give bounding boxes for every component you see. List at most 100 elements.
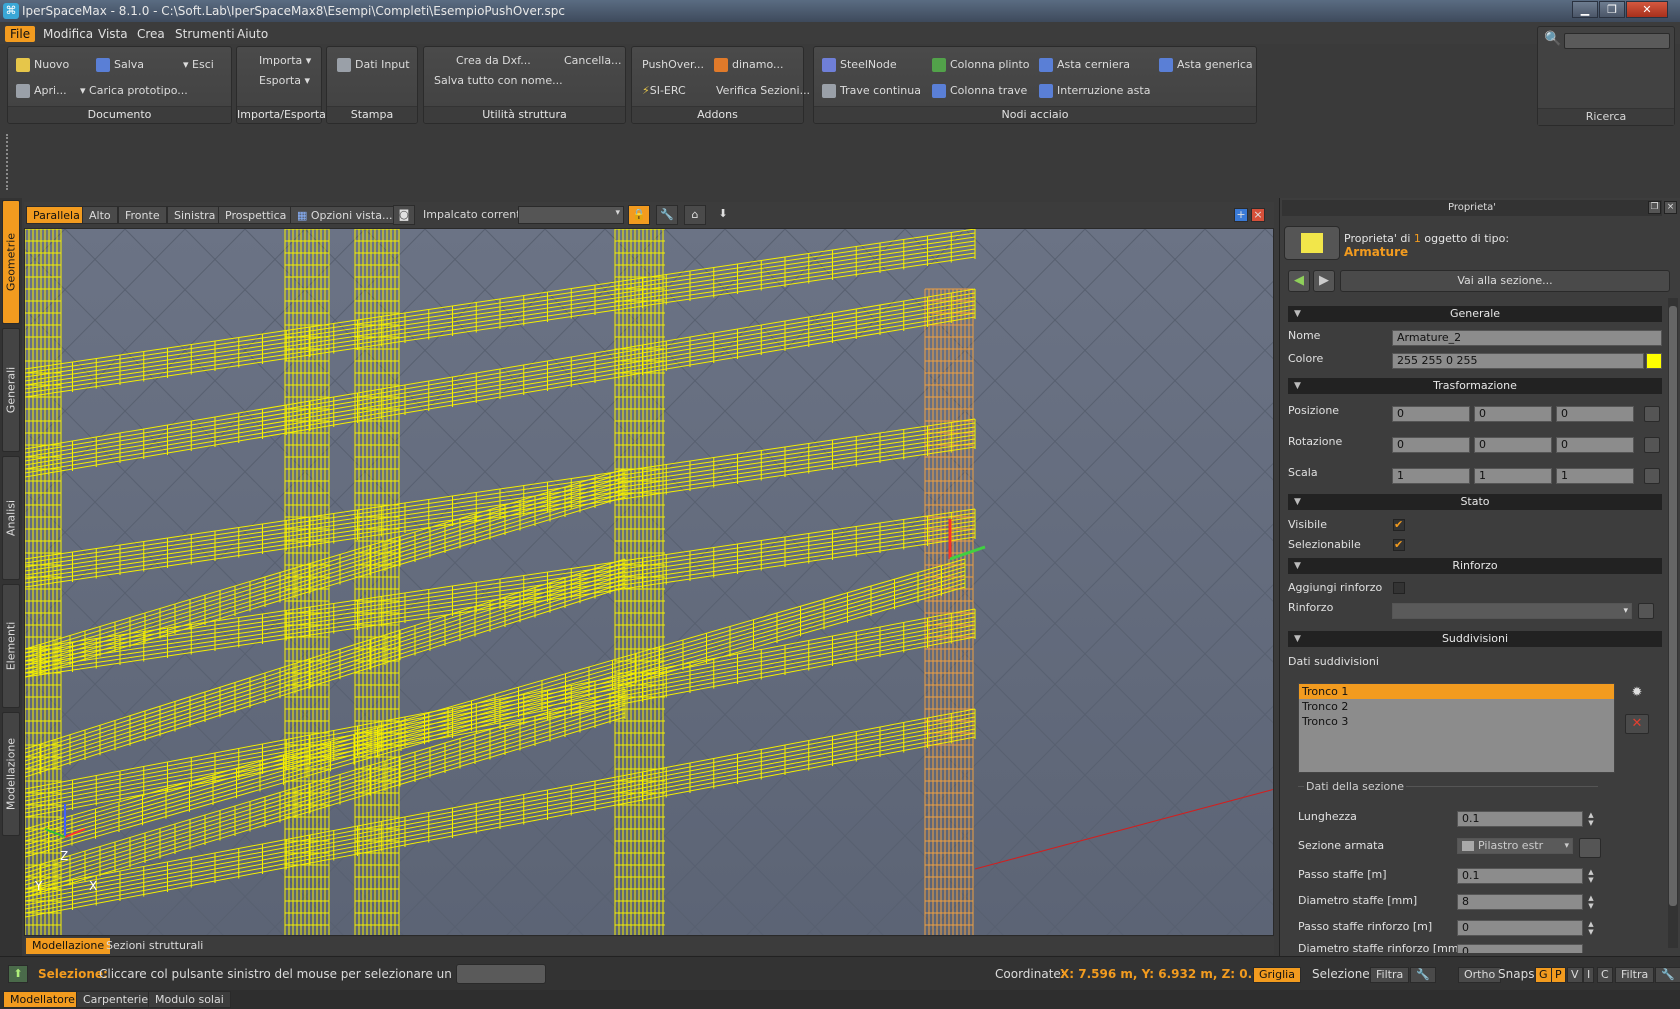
filtra-button[interactable]: Filtra [1370, 967, 1410, 983]
lock-icon[interactable]: 🔒 [628, 205, 650, 225]
tab-modellatore[interactable]: Modellatore [3, 991, 82, 1008]
scala-x-field[interactable]: 1 [1392, 468, 1470, 484]
interruzione-asta-button[interactable]: Interruzione asta [1039, 81, 1150, 101]
rinforzo-edit-button[interactable] [1638, 603, 1654, 619]
menu-crea[interactable]: Crea [132, 26, 170, 42]
status-input-box[interactable] [456, 964, 546, 984]
sezione-armata-edit-button[interactable] [1579, 838, 1601, 858]
close-view-icon[interactable]: × [1251, 208, 1265, 222]
diametro-staffe-field[interactable]: 8 [1457, 894, 1583, 910]
rotazione-z-field[interactable]: 0 [1556, 437, 1634, 453]
view-options-button[interactable]: ▦ Opzioni vista... [290, 206, 400, 224]
visibile-checkbox[interactable] [1393, 518, 1405, 531]
rotazione-x-field[interactable]: 0 [1392, 437, 1470, 453]
tab-analisi[interactable]: Analisi [2, 456, 20, 580]
view-fronte-button[interactable]: Fronte [118, 206, 167, 224]
section-rinforzo[interactable]: ▼ Rinforzo [1288, 558, 1662, 574]
sezione-armata-select[interactable]: Pilastro estr ▾ [1457, 838, 1573, 854]
cancella-button[interactable]: Cancella... [564, 51, 622, 71]
tab-modulo-solai[interactable]: Modulo solai [148, 991, 231, 1008]
properties-scrollbar[interactable] [1668, 298, 1678, 948]
minimize-button[interactable]: ▁ [1572, 1, 1598, 18]
passo-staffe-field[interactable]: 0.1 [1457, 868, 1583, 884]
delete-tronco-icon[interactable]: ✕ [1625, 714, 1649, 734]
add-tronco-icon[interactable]: ✹ [1628, 685, 1646, 701]
tab-elementi[interactable]: Elementi [2, 584, 20, 708]
snap-c-toggle[interactable]: C [1597, 967, 1613, 983]
lunghezza-stepper[interactable]: ▲ ▼ [1586, 811, 1596, 827]
esporta-button[interactable]: Esporta ▾ [259, 71, 310, 91]
griglia-toggle[interactable]: Griglia [1253, 967, 1301, 983]
restore-button[interactable]: ❐ [1599, 1, 1625, 18]
asta-generica-button[interactable]: Asta generica [1159, 55, 1253, 75]
undock-icon[interactable]: ❐ [1648, 201, 1661, 214]
passo-rinforzo-stepper[interactable]: ▲ ▼ [1586, 920, 1596, 936]
drag-handle[interactable] [6, 134, 10, 190]
trave-continua-button[interactable]: Trave continua [822, 81, 921, 101]
diametro-staffe-stepper[interactable]: ▲ ▼ [1586, 894, 1596, 910]
rotazione-y-field[interactable]: 0 [1474, 437, 1552, 453]
posizione-z-field[interactable]: 0 [1556, 406, 1634, 422]
colonna-trave-button[interactable]: Colonna trave [932, 81, 1027, 101]
close-button[interactable]: ✕ [1626, 1, 1668, 18]
posizione-y-field[interactable]: 0 [1474, 406, 1552, 422]
verifica-sezioni-button[interactable]: Verifica Sezioni... [716, 81, 810, 101]
ortho-toggle[interactable]: Ortho [1458, 967, 1502, 983]
search-input[interactable] [1564, 33, 1670, 49]
tab-generali[interactable]: Generali [2, 328, 20, 452]
close-panel-icon[interactable]: × [1664, 201, 1677, 214]
arrow-up-icon[interactable]: ⬆ [8, 965, 28, 983]
salva-button[interactable]: Salva [96, 55, 144, 75]
snap-v-toggle[interactable]: V [1567, 967, 1583, 983]
snap-p-toggle[interactable]: P [1551, 967, 1566, 983]
snap-i-toggle[interactable]: I [1583, 967, 1595, 983]
tab-modellazione-view[interactable]: Modellazione [26, 938, 111, 954]
tronchi-list[interactable]: Tronco 1 Tronco 2 Tronco 3 [1298, 683, 1615, 773]
esci-button[interactable]: ▾ Esci [183, 55, 214, 75]
diametro-rinforzo-field[interactable]: 0 [1457, 944, 1583, 953]
passo-rinforzo-field[interactable]: 0 [1457, 920, 1583, 936]
tab-sezioni-strutturali[interactable]: Sezioni strutturali [100, 938, 209, 954]
colore-field[interactable]: 255 255 0 255 [1392, 353, 1644, 369]
apri-button[interactable]: Apri... [16, 81, 67, 101]
scala-z-field[interactable]: 1 [1556, 468, 1634, 484]
menu-vista[interactable]: Vista [93, 26, 133, 42]
snap-g-toggle[interactable]: G [1535, 967, 1552, 983]
view-parallela-button[interactable]: Parallela [26, 206, 87, 224]
scala-menu-button[interactable] [1644, 468, 1660, 484]
menu-file[interactable]: File [5, 26, 36, 42]
asta-cerniera-button[interactable]: Asta cerniera [1039, 55, 1130, 75]
list-item[interactable]: Tronco 2 [1299, 699, 1614, 714]
list-item[interactable]: Tronco 3 [1299, 714, 1614, 729]
rinforzo-select[interactable]: ▾ [1392, 603, 1632, 619]
view-sinistra-button[interactable]: Sinistra [167, 206, 223, 224]
home-icon[interactable]: ⌂ [684, 205, 706, 225]
tab-modellazione[interactable]: Modellazione [2, 712, 20, 836]
3d-viewport[interactable]: Z Y X [24, 228, 1274, 936]
scala-y-field[interactable]: 1 [1474, 468, 1552, 484]
pin-icon[interactable]: ⬇ [712, 205, 734, 225]
add-view-icon[interactable]: + [1234, 208, 1248, 222]
steelnode-button[interactable]: SteelNode [822, 55, 897, 75]
view-prospettica-button[interactable]: Prospettica [218, 206, 294, 224]
importa-button[interactable]: Importa ▾ [259, 51, 311, 71]
salva-tutto-button[interactable]: Salva tutto con nome... [434, 71, 563, 91]
dinamo-button[interactable]: dinamo... [714, 55, 784, 75]
menu-aiuto[interactable]: Aiuto [232, 26, 273, 42]
tab-carpenterie[interactable]: Carpenterie [76, 991, 156, 1008]
dati-input-button[interactable]: Dati Input [337, 55, 410, 75]
scrollbar-thumb[interactable] [1669, 306, 1677, 906]
section-suddivisioni[interactable]: ▼ Suddivisioni [1288, 631, 1662, 647]
wrench-snaps-icon[interactable]: 🔧 [1655, 967, 1680, 983]
color-swatch[interactable] [1646, 353, 1662, 369]
colonna-plinto-button[interactable]: Colonna plinto [932, 55, 1030, 75]
selezionabile-checkbox[interactable] [1393, 538, 1405, 551]
aggiungi-rinforzo-checkbox[interactable] [1393, 582, 1405, 594]
tab-geometrie[interactable]: Geometrie [2, 200, 20, 324]
list-item[interactable]: Tronco 1 [1299, 684, 1614, 699]
section-generale[interactable]: ▼ Generale [1288, 306, 1662, 322]
section-stato[interactable]: ▼ Stato [1288, 494, 1662, 510]
posizione-menu-button[interactable] [1644, 406, 1660, 422]
wrench-icon[interactable]: 🔧 [1410, 967, 1436, 983]
posizione-x-field[interactable]: 0 [1392, 406, 1470, 422]
